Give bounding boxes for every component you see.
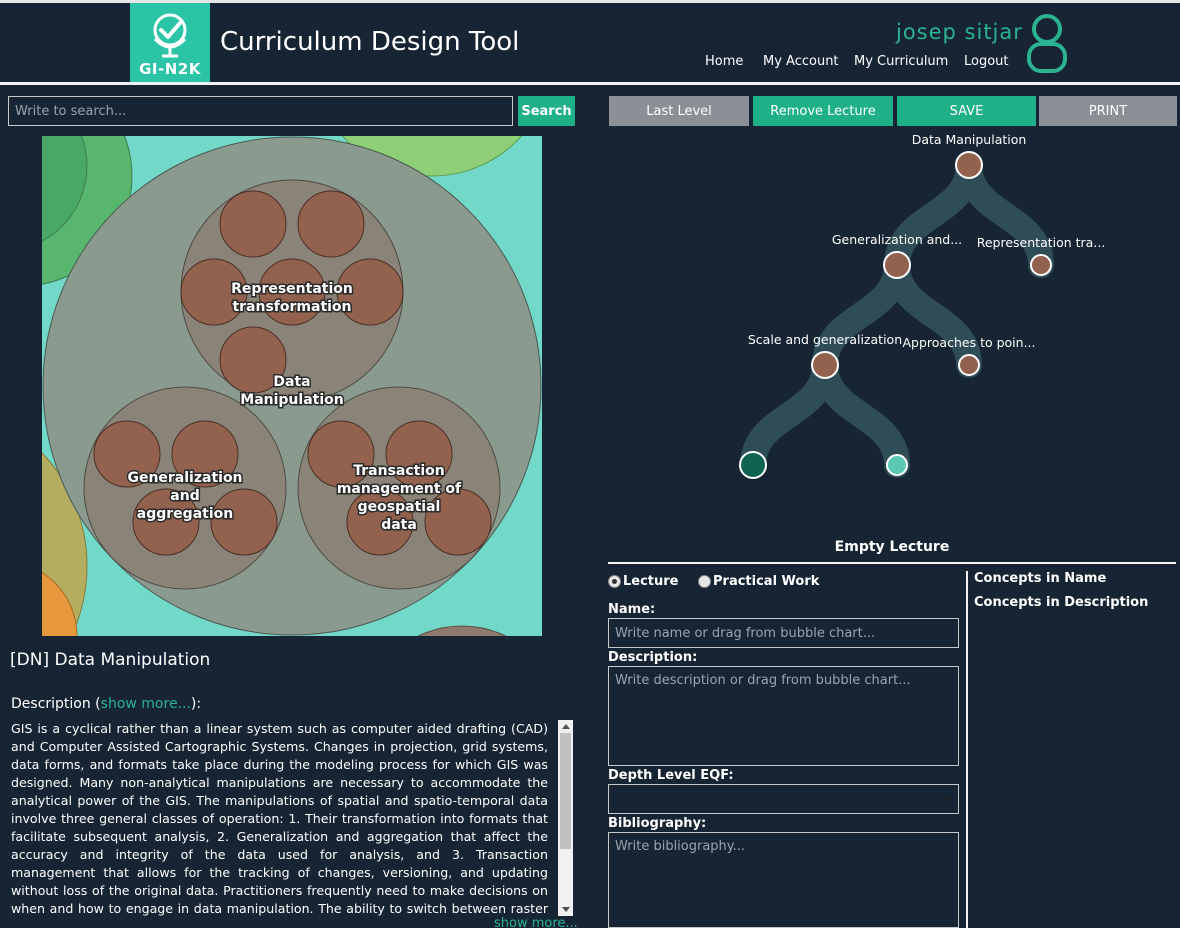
- nav-logout[interactable]: Logout: [964, 54, 1009, 69]
- label-representation-2: transformation: [232, 299, 351, 315]
- label-generalization-1: Generalization: [127, 470, 242, 486]
- label-generalization-2: and: [170, 488, 199, 504]
- tree-node-leaf[interactable]: [886, 454, 908, 476]
- label-transaction-3: geospatial: [358, 499, 441, 515]
- bibliography-label: Bibliography:: [608, 816, 707, 831]
- label-transaction-2: management of: [337, 481, 462, 497]
- globe-check-icon: [153, 13, 187, 58]
- user-name: josep sitjar: [896, 20, 1023, 44]
- name-field[interactable]: [608, 618, 959, 648]
- bibliography-field[interactable]: [608, 832, 959, 928]
- save-button[interactable]: SAVE: [897, 96, 1036, 126]
- tree-label-root: Data Manipulation: [912, 132, 1027, 147]
- tree-label-generalization: Generalization and...: [832, 232, 962, 247]
- form-column-divider: [966, 571, 968, 928]
- leaf-bubble[interactable]: [297, 190, 365, 258]
- radio-practical-work[interactable]: Practical Work: [698, 574, 819, 589]
- scroll-thumb[interactable]: [560, 733, 571, 849]
- last-level-button[interactable]: Last Level: [609, 96, 749, 126]
- tree-label-approaches: Approaches to poin...: [903, 335, 1036, 350]
- depth-level-select[interactable]: [608, 784, 959, 814]
- tree-label-scale: Scale and generalization: [748, 332, 902, 347]
- radio-lecture-dot[interactable]: [608, 575, 621, 588]
- search-input[interactable]: [8, 96, 513, 126]
- tree-node[interactable]: [811, 351, 839, 379]
- description-box[interactable]: GIS is a cyclical rather than a linear s…: [11, 720, 573, 916]
- logo-text: GI-N2K: [139, 60, 201, 78]
- concepts-in-description: Concepts in Description: [974, 595, 1149, 610]
- radio-lecture-label: Lecture: [623, 574, 679, 589]
- description-text: GIS is a cyclical rather than a linear s…: [11, 721, 548, 916]
- tree-node[interactable]: [1030, 254, 1052, 276]
- user-icon[interactable]: [1024, 12, 1070, 74]
- show-more-link[interactable]: show more...: [101, 696, 191, 712]
- tree-link: [812, 352, 910, 478]
- description-heading: Description (show more...):: [11, 696, 201, 712]
- tree-svg: Data Manipulation Generalization and... …: [739, 132, 1106, 479]
- print-button[interactable]: PRINT: [1039, 96, 1177, 126]
- scroll-up-icon[interactable]: [562, 724, 570, 729]
- label-data-manipulation-2: Manipulation: [240, 392, 343, 408]
- app-logo[interactable]: GI-N2K: [130, 3, 210, 82]
- show-more-bottom-link[interactable]: show more...: [494, 916, 578, 928]
- chevron-down-icon: [944, 797, 950, 802]
- nav-my-curriculum[interactable]: My Curriculum: [854, 54, 948, 69]
- label-transaction-1: Transaction: [353, 463, 445, 479]
- tree-links: [740, 152, 1054, 478]
- tree-label-representation: Representation tra...: [977, 235, 1106, 250]
- tree-node-root[interactable]: [955, 151, 983, 179]
- tree-link: [884, 252, 982, 378]
- lecture-title: Empty Lecture: [834, 539, 950, 555]
- scroll-down-icon[interactable]: [562, 907, 570, 912]
- curriculum-tree[interactable]: Data Manipulation Generalization and... …: [608, 130, 1180, 530]
- label-representation-1: Representation: [231, 281, 353, 297]
- remove-lecture-button[interactable]: Remove Lecture: [753, 96, 893, 126]
- radio-practical-dot[interactable]: [698, 575, 711, 588]
- tree-node-leaf[interactable]: [739, 451, 767, 479]
- concepts-in-name: Concepts in Name: [974, 571, 1107, 586]
- depth-label: Depth Level EQF:: [608, 768, 734, 783]
- lecture-divider: [608, 562, 1176, 564]
- description-scrollbar[interactable]: [558, 720, 573, 916]
- app-title: Curriculum Design Tool: [220, 27, 520, 57]
- leaf-bubble[interactable]: [210, 488, 278, 556]
- description-label: Description:: [608, 650, 698, 665]
- label-transaction-4: data: [381, 517, 417, 533]
- header-divider: [0, 82, 1180, 85]
- search-button[interactable]: Search: [518, 96, 575, 126]
- nav-home[interactable]: Home: [705, 54, 743, 69]
- app-header: GI-N2K Curriculum Design Tool josep sitj…: [0, 3, 1180, 82]
- tree-node[interactable]: [883, 251, 911, 279]
- radio-practical-label: Practical Work: [713, 574, 820, 589]
- name-label: Name:: [608, 602, 656, 617]
- description-field[interactable]: [608, 666, 959, 766]
- label-generalization-3: aggregation: [137, 506, 233, 522]
- nav-my-account[interactable]: My Account: [763, 54, 839, 69]
- description-suffix: ):: [190, 696, 202, 712]
- bubble-chart-svg: Representation transformation Data Manip…: [42, 136, 542, 636]
- tree-node[interactable]: [958, 354, 980, 376]
- radio-lecture[interactable]: Lecture: [608, 574, 679, 589]
- label-data-manipulation-1: Data: [273, 374, 310, 390]
- concept-title: [DN] Data Manipulation: [10, 650, 211, 670]
- bubble-chart[interactable]: Representation transformation Data Manip…: [42, 136, 542, 636]
- leaf-bubble[interactable]: [219, 190, 287, 258]
- tree-link: [956, 152, 1054, 278]
- background-bubble[interactable]: [362, 625, 542, 636]
- description-prefix: Description (: [11, 696, 101, 712]
